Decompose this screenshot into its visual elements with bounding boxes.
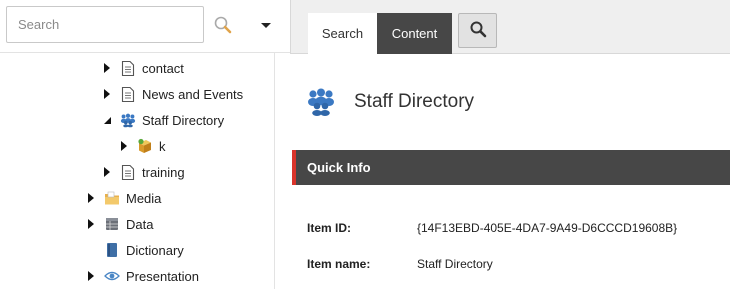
tree-item-k[interactable]: k: [119, 135, 166, 157]
section-title: Quick Info: [307, 160, 371, 175]
search-options-dropdown-icon[interactable]: [256, 16, 276, 34]
tree-item-media[interactable]: Media: [86, 187, 161, 209]
expand-arrow-icon[interactable]: [86, 265, 96, 287]
document-icon: [120, 85, 136, 103]
item-id-value[interactable]: {14F13EBD-405E-4DA7-9A49-D6CCCD19608B}: [417, 221, 677, 235]
tree-item-label: Staff Directory: [142, 112, 225, 128]
tree-item-label: Media: [126, 190, 162, 206]
tree-item-label: k: [159, 138, 166, 154]
item-name-value: Staff Directory: [417, 257, 493, 271]
tree-item-training[interactable]: training: [102, 161, 185, 183]
expand-arrow-icon[interactable]: [102, 57, 112, 79]
expand-arrow-icon[interactable]: [86, 213, 96, 235]
info-row-item-id: Item ID: {14F13EBD-405E-4DA7-9A49-D6CCCD…: [307, 218, 677, 238]
expand-arrow-icon[interactable]: [102, 161, 112, 183]
package-icon: [137, 137, 153, 155]
people-icon: [120, 111, 136, 129]
tab-search[interactable]: Search: [308, 13, 377, 54]
quick-info-section-header[interactable]: Quick Info: [292, 150, 730, 185]
expander-placeholder: [86, 239, 96, 261]
divider: [0, 52, 290, 53]
document-icon: [120, 59, 136, 77]
editor-tab-strip: Search Content: [290, 0, 730, 54]
info-label: Item name:: [307, 257, 371, 271]
search-tab-button[interactable]: [458, 13, 497, 48]
content-editor-pane: Search Content Staff Directory Quick Inf…: [290, 0, 730, 289]
tree-item-news-and-events[interactable]: News and Events: [102, 83, 243, 105]
tree-item-label: Presentation: [126, 268, 199, 284]
info-row-item-name: Item name: Staff Directory: [307, 254, 493, 274]
document-icon: [120, 163, 136, 181]
folder-icon: [104, 189, 120, 207]
tab-content[interactable]: Content: [377, 13, 452, 54]
expand-arrow-icon[interactable]: [119, 135, 129, 157]
tree-item-label: Data: [126, 216, 154, 232]
item-header: Staff Directory: [306, 84, 474, 120]
search-field: [6, 6, 204, 43]
search-input[interactable]: [7, 7, 203, 42]
search-icon[interactable]: [212, 14, 234, 36]
tree-item-dictionary[interactable]: Dictionary: [86, 239, 184, 261]
collapse-arrow-icon[interactable]: [102, 109, 112, 131]
tree-item-contact[interactable]: contact: [102, 57, 184, 79]
book-icon: [104, 241, 120, 259]
eye-icon: [104, 267, 120, 285]
people-icon: [306, 87, 336, 117]
info-label: Item ID:: [307, 221, 352, 235]
tree-search-bar: [6, 6, 284, 43]
tree-item-label: Dictionary: [126, 242, 184, 258]
tree-item-staff-directory[interactable]: Staff Directory: [102, 109, 228, 131]
tree-item-label: contact: [142, 60, 184, 76]
expand-arrow-icon[interactable]: [102, 83, 112, 105]
tree-item-presentation[interactable]: Presentation: [86, 265, 199, 287]
data-icon: [104, 215, 120, 233]
tree-item-label: News and Events: [142, 86, 244, 102]
tree-item-label: training: [142, 164, 185, 180]
content-tree-pane: contact News and Events Staff Directory: [0, 0, 290, 289]
tree-item-data[interactable]: Data: [86, 213, 153, 235]
magnifier-icon: [469, 20, 487, 41]
item-title: Staff Directory: [354, 91, 475, 112]
divider: [274, 53, 275, 289]
expand-arrow-icon[interactable]: [86, 187, 96, 209]
